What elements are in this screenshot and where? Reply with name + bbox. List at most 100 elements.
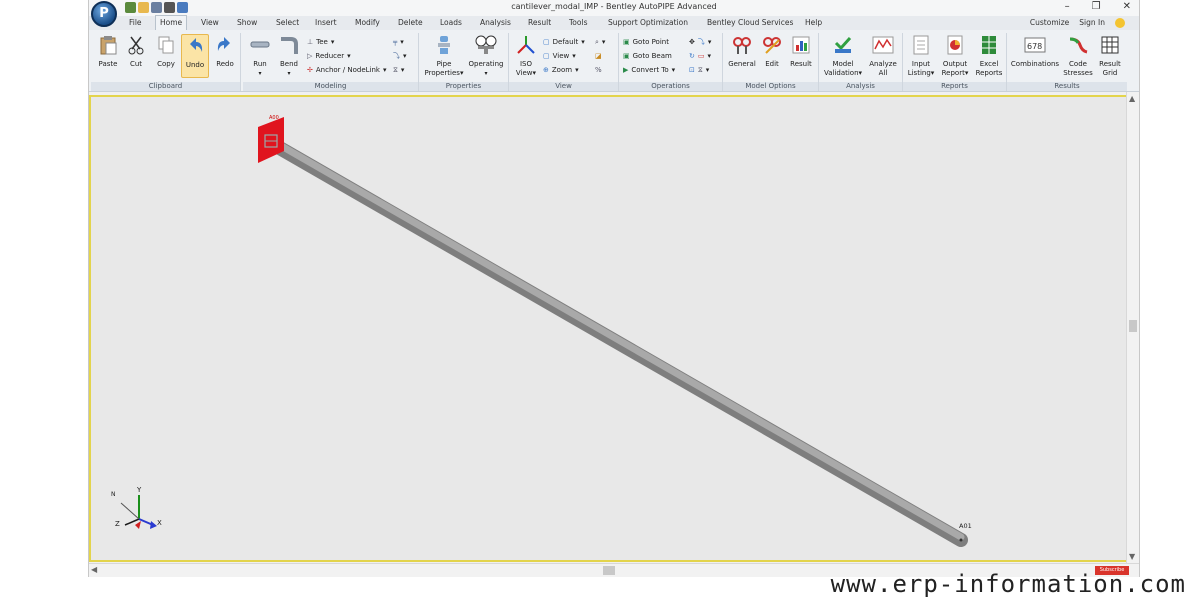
tab-modify[interactable]: Modify	[351, 16, 384, 30]
goto-point-label: Goto Point	[632, 38, 669, 46]
zoom-button[interactable]: ⊕ Zoom ▾	[543, 66, 579, 75]
elbow-button[interactable]: ⤵ ▾	[393, 52, 407, 61]
node-label-start: A00	[269, 115, 279, 121]
valve-button[interactable]: ⧖ ▾	[393, 66, 404, 75]
model-label: Model	[832, 60, 854, 68]
maximize-button[interactable]: ❐	[1092, 1, 1101, 12]
view-label: View	[552, 52, 570, 60]
move-button[interactable]: ✥ ⤵ ▾	[689, 38, 711, 47]
tab-show[interactable]: Show	[233, 16, 261, 30]
scale-icon: ▭	[697, 52, 705, 60]
iso-view-button[interactable]: ISO View▾	[513, 35, 539, 78]
analyze-all-button[interactable]: Analyze All	[867, 35, 899, 78]
copy-button[interactable]: Copy	[153, 35, 179, 69]
percent-button[interactable]: %	[595, 66, 602, 75]
vertical-scrollbar[interactable]: ▲ ▼	[1126, 92, 1139, 563]
goto-beam-label: Goto Beam	[632, 52, 672, 60]
goto-beam-button[interactable]: ▣ Goto Beam	[623, 52, 672, 61]
reducer-button[interactable]: ▷ Reducer ▾	[307, 52, 351, 61]
view-icon: ▢	[543, 52, 550, 60]
operating-gauge-icon	[475, 35, 497, 54]
horizontal-scroll-thumb[interactable]	[603, 566, 615, 575]
default-view-button[interactable]: ▢ Default ▾	[543, 38, 585, 47]
model-viewport[interactable]: A00 A01 Y X Z N	[89, 95, 1128, 562]
anchor-nodelink-button[interactable]: ✢ Anchor / NodeLink ▾	[307, 66, 386, 75]
search-icon: ⌕	[595, 38, 599, 46]
tab-tools[interactable]: Tools	[565, 16, 591, 30]
pipe-properties-button[interactable]: Pipe Properties▾	[423, 35, 465, 78]
bend-button[interactable]: Bend ▾	[276, 35, 302, 78]
result-grid-button[interactable]: Result Grid	[1095, 35, 1125, 78]
axis-label-z: Z	[115, 520, 120, 528]
render-button[interactable]: ◪	[595, 52, 602, 61]
bend-label: Bend	[280, 60, 298, 68]
group-operations: ▣ Goto Point ▣ Goto Beam ▶ Convert To ▾ ✥ ⤵ ▾ …	[619, 33, 723, 91]
transform-button[interactable]: ⊡ ⧖ ▾	[689, 66, 709, 75]
analyze-all-icon	[872, 36, 894, 54]
output-report-button[interactable]: Output Report▾	[939, 35, 971, 78]
result-grid-icon	[1101, 36, 1119, 54]
paste-icon	[100, 36, 117, 55]
view-dropdown-button[interactable]: ▢ View ▾	[543, 52, 576, 61]
svg-text:678: 678	[1027, 42, 1042, 51]
minimize-button[interactable]: –	[1065, 1, 1070, 12]
cut-label: Cut	[129, 60, 143, 68]
flange-button[interactable]: ╤ ▾	[393, 38, 404, 47]
undo-button[interactable]: Undo	[181, 34, 209, 78]
tab-support-optimization[interactable]: Support Optimization	[604, 16, 692, 30]
sign-in-link[interactable]: Sign In	[1079, 16, 1105, 30]
input-listing-button[interactable]: Input Listing▾	[905, 35, 937, 78]
scroll-left-arrow-icon[interactable]: ◀	[91, 565, 97, 574]
tab-bentley-cloud-services[interactable]: Bentley Cloud Services	[703, 16, 797, 30]
close-button[interactable]: ✕	[1123, 1, 1131, 12]
edit-options-button[interactable]: Edit	[759, 35, 785, 69]
default-label: Default	[552, 38, 579, 46]
tab-help[interactable]: Help	[801, 16, 826, 30]
convert-to-button[interactable]: ▶ Convert To ▾	[623, 66, 675, 75]
axis-label-x: X	[157, 519, 162, 527]
excel-reports-button[interactable]: Excel Reports	[973, 35, 1005, 78]
group-view: ISO View▾ ▢ Default ▾ ▢ View ▾ ⊕ Zoom ▾ ⌕ ▾ ◪ %…	[509, 33, 619, 91]
find-button[interactable]: ⌕ ▾	[595, 38, 605, 47]
result-options-button[interactable]: Result	[787, 35, 815, 69]
code-stresses-button[interactable]: Code Stresses	[1063, 35, 1093, 78]
tab-home[interactable]: Home	[155, 15, 188, 31]
end-point-marker	[959, 538, 963, 542]
general-label: General	[728, 60, 756, 68]
tab-select[interactable]: Select	[272, 16, 303, 30]
tab-delete[interactable]: Delete	[394, 16, 427, 30]
cut-button[interactable]: Cut	[124, 35, 148, 69]
scroll-down-arrow-icon[interactable]: ▼	[1129, 552, 1135, 561]
anchor-icon: ✢	[307, 66, 313, 74]
paste-button[interactable]: Paste	[95, 35, 121, 69]
combinations-button[interactable]: 678 Combinations	[1009, 35, 1061, 69]
tab-view[interactable]: View	[197, 16, 223, 30]
vertical-scroll-thumb[interactable]	[1129, 320, 1137, 332]
rotate-button[interactable]: ↻ ▭ ▾	[689, 52, 711, 61]
feedback-smiley-icon[interactable]	[1115, 18, 1125, 28]
goto-point-button[interactable]: ▣ Goto Point	[623, 38, 669, 47]
app-menu-button[interactable]: P	[91, 1, 117, 27]
ribbon: Paste Cut Copy Undo Redo Clipboard Run ▾…	[89, 30, 1139, 92]
tab-result[interactable]: Result	[524, 16, 555, 30]
operating-button[interactable]: Operating ▾	[467, 35, 505, 78]
code-stresses-icon	[1069, 37, 1088, 54]
redo-button[interactable]: Redo	[212, 35, 238, 69]
tee-label: Tee	[316, 38, 328, 46]
tee-button[interactable]: ⊥ Tee ▾	[307, 38, 334, 47]
scroll-up-arrow-icon[interactable]: ▲	[1129, 94, 1135, 103]
input-listing-icon	[913, 35, 929, 55]
tab-file[interactable]: File	[125, 16, 146, 30]
group-label-model-options: Model Options	[723, 82, 818, 91]
group-label-view: View	[509, 82, 618, 91]
copy-icon	[158, 36, 174, 54]
stresses-label: Stresses	[1063, 69, 1093, 77]
tab-loads[interactable]: Loads	[436, 16, 466, 30]
percent-icon: %	[595, 66, 602, 74]
tab-analysis[interactable]: Analysis	[476, 16, 515, 30]
tab-insert[interactable]: Insert	[311, 16, 341, 30]
customize-menu[interactable]: Customize	[1030, 16, 1069, 30]
run-button[interactable]: Run ▾	[247, 35, 273, 78]
model-validation-button[interactable]: Model Validation▾	[821, 35, 865, 78]
general-options-button[interactable]: General	[727, 35, 757, 69]
